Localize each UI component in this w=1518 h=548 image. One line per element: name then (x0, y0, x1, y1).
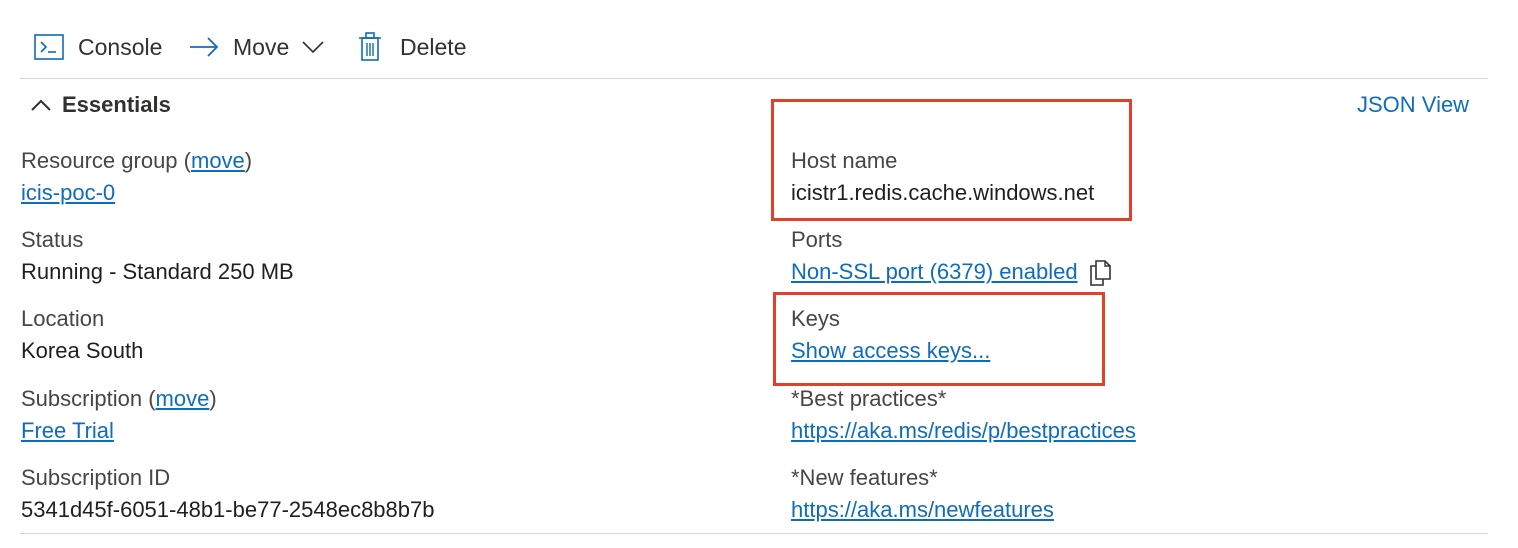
new-features-label: *New features* (791, 465, 938, 490)
move-button[interactable]: Move (189, 30, 325, 64)
new-features-field: *New features* https://aka.ms/newfeature… (791, 464, 1054, 524)
delete-button[interactable]: Delete (358, 30, 466, 64)
location-value: Korea South (21, 338, 144, 363)
essentials-title: Essentials (62, 92, 171, 117)
resource-group-field: Resource group (move) icis-poc-0 (21, 147, 252, 207)
best-practices-label: *Best practices* (791, 386, 947, 411)
copy-icon[interactable] (1088, 260, 1112, 286)
best-practices-field: *Best practices* https://aka.ms/redis/p/… (791, 385, 1136, 445)
keys-highlight-box (773, 292, 1105, 386)
chevron-up-icon (31, 99, 51, 111)
subscription-field: Subscription (move) Free Trial (21, 385, 217, 445)
subscription-value[interactable]: Free Trial (21, 417, 114, 445)
ports-value-link[interactable]: Non-SSL port (6379) enabled (791, 259, 1078, 284)
location-label: Location (21, 306, 105, 331)
location-field: Location Korea South (21, 305, 143, 365)
essentials-bottom-divider (20, 533, 1488, 534)
trash-icon (359, 32, 381, 61)
command-bar: Console Move Delete (0, 0, 1518, 78)
subscription-id-value: 5341d45f-6051-48b1-be77-2548ec8b8b7b (21, 497, 435, 522)
resource-group-value[interactable]: icis-poc-0 (21, 179, 115, 207)
new-features-link[interactable]: https://aka.ms/newfeatures (791, 496, 1054, 524)
console-label: Console (78, 33, 163, 60)
ports-value-row: Non-SSL port (6379) enabled (791, 258, 1112, 286)
console-icon (34, 34, 64, 60)
host-name-highlight-box (771, 99, 1132, 221)
toolbar-divider (20, 78, 1488, 79)
subscription-id-label: Subscription ID (21, 465, 171, 490)
status-value: Running - Standard 250 MB (21, 259, 294, 284)
move-label: Move (233, 33, 290, 60)
ports-label: Ports (791, 227, 843, 252)
delete-label: Delete (400, 33, 467, 60)
best-practices-link[interactable]: https://aka.ms/redis/p/bestpractices (791, 417, 1136, 445)
arrow-right-icon (190, 37, 219, 57)
subscription-move-link[interactable]: move (156, 386, 210, 411)
subscription-id-field: Subscription ID 5341d45f-6051-48b1-be77-… (21, 464, 434, 524)
subscription-label: Subscription (move) (21, 386, 217, 411)
ports-field: Ports Non-SSL port (6379) enabled (791, 226, 1112, 286)
essentials-toggle[interactable]: Essentials (30, 90, 171, 120)
console-button[interactable]: Console (34, 30, 162, 64)
json-view-link[interactable]: JSON View (1357, 92, 1469, 118)
status-label: Status (21, 227, 84, 252)
resource-group-label: Resource group (move) (21, 148, 253, 173)
resource-group-move-link[interactable]: move (191, 148, 245, 173)
status-field: Status Running - Standard 250 MB (21, 226, 294, 286)
chevron-down-icon (302, 41, 324, 54)
